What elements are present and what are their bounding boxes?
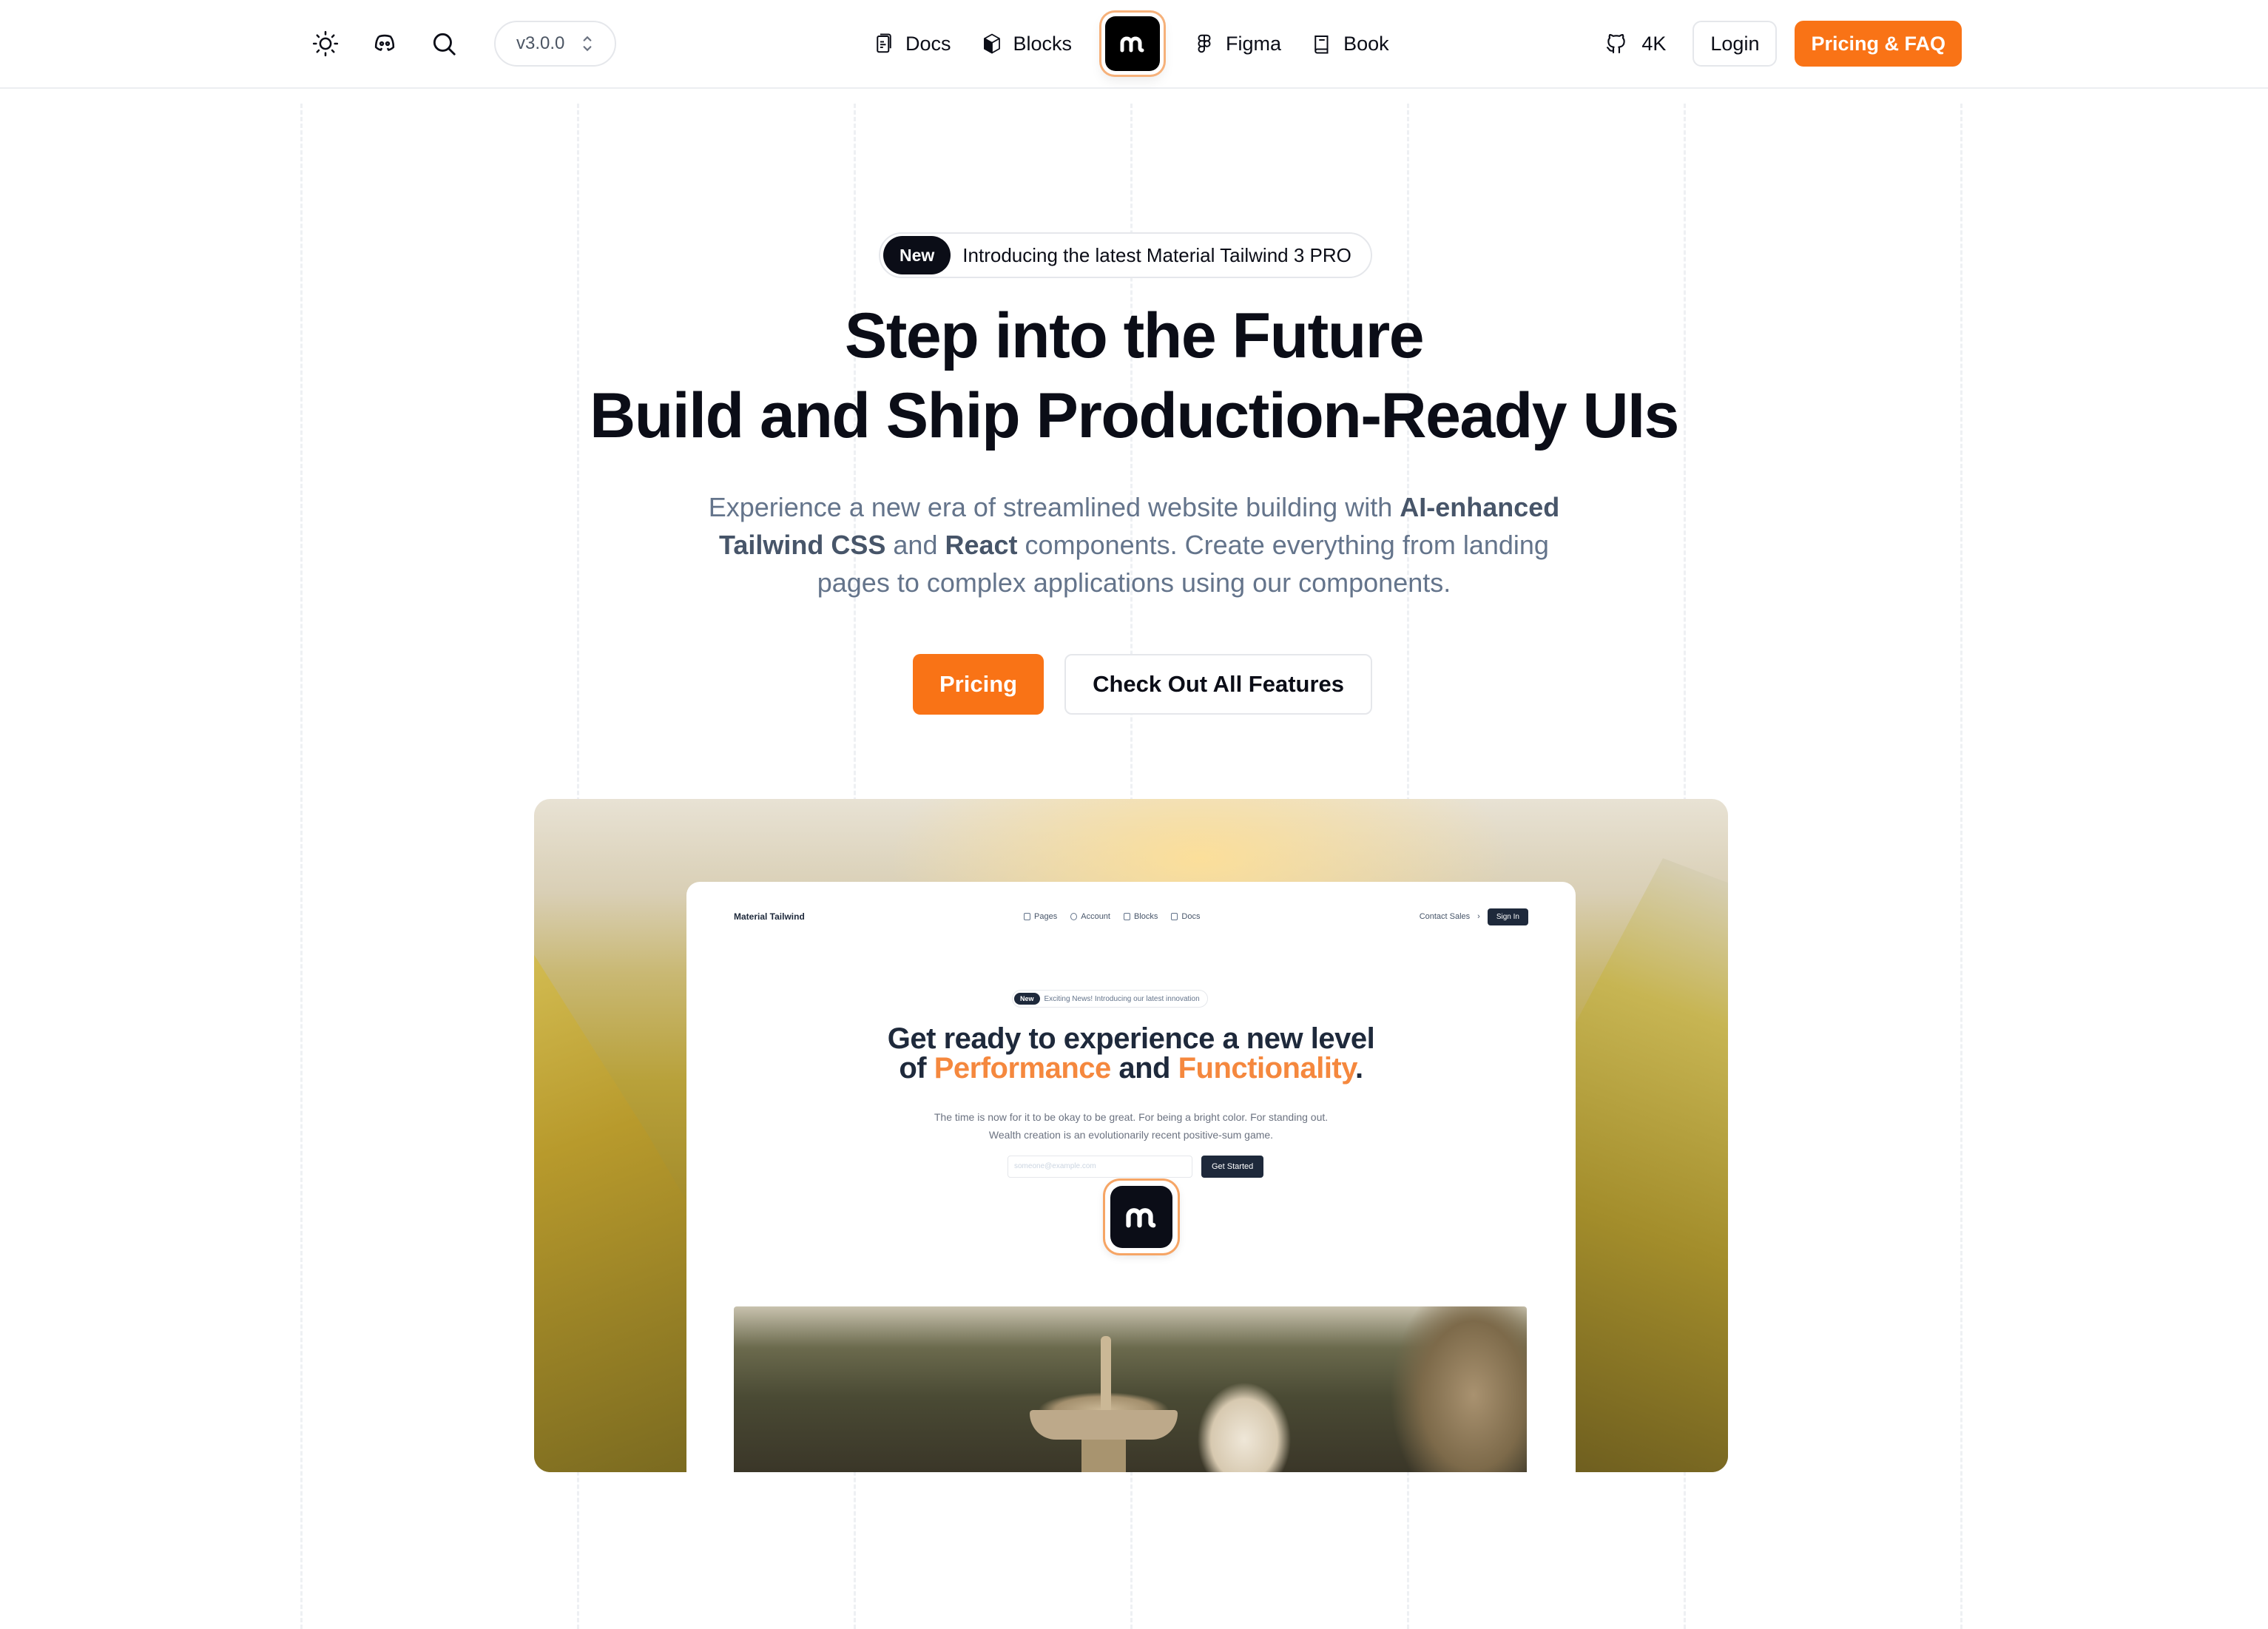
version-select[interactable]: v3.0.0: [494, 21, 617, 67]
github-icon: [1607, 34, 1626, 54]
mock-signin-button: Sign In: [1487, 908, 1528, 925]
material-tailwind-logo: [1120, 36, 1144, 53]
search-icon: [433, 33, 456, 55]
mock-announcement-text: Exciting News! Introducing our latest in…: [1044, 994, 1200, 1003]
material-tailwind-logo: [1126, 1208, 1156, 1228]
mock-nav-link: Blocks: [1123, 912, 1158, 921]
nav-link-label: Blocks: [1013, 32, 1073, 55]
navbar-left: v3.0.0: [309, 21, 617, 67]
mock-nav-link: Docs: [1171, 912, 1200, 921]
mock-announcement: New Exciting News! Introducing our lates…: [1012, 990, 1208, 1008]
mock-title-text: of: [899, 1052, 934, 1085]
github-link[interactable]: 4K: [1604, 32, 1666, 55]
mock-title-accent: Performance: [934, 1052, 1112, 1085]
announcement-pill[interactable]: New Introducing the latest Material Tail…: [879, 232, 1372, 278]
mock-website: Material Tailwind Pages Account Blocks D…: [686, 882, 1576, 1472]
mock-hero-painting: [734, 1306, 1527, 1472]
painting-fountain-stem: [1081, 1440, 1126, 1472]
home-logo-button[interactable]: [1101, 13, 1164, 75]
mock-nav-label: Account: [1081, 912, 1110, 921]
document-icon: [877, 33, 891, 53]
mock-title-line1: Get ready to experience a new level: [887, 1022, 1375, 1055]
figma-icon: [1198, 34, 1211, 53]
mock-nav-label: Pages: [1034, 912, 1058, 921]
mock-nav-right: Contact Sales › Sign In: [1420, 908, 1528, 925]
mock-title-text: and: [1110, 1052, 1178, 1085]
hero-subtitle: Experience a new era of streamlined webs…: [703, 488, 1565, 601]
discord-icon: [374, 34, 395, 51]
subtitle-text: and: [885, 530, 945, 560]
mock-chevron-right-icon: ›: [1477, 912, 1480, 921]
nav-link-label: Docs: [905, 32, 951, 55]
mock-navbar: Material Tailwind Pages Account Blocks D…: [734, 905, 1528, 928]
floating-logo-tile: [1110, 1186, 1172, 1248]
nav-link-docs[interactable]: Docs: [873, 33, 951, 55]
search-button[interactable]: [428, 27, 460, 60]
hero-title-line2: Build and Ship Production-Ready UIs: [590, 380, 1679, 451]
mock-nav-link: Pages: [1024, 912, 1057, 921]
mock-nav-icon: [1024, 913, 1031, 920]
sun-icon: [312, 30, 339, 57]
mock-title: Get ready to experience a new level of P…: [686, 1024, 1576, 1083]
mock-title-line2: of Performance and Functionality.: [686, 1053, 1576, 1083]
nav-link-book[interactable]: Book: [1311, 33, 1389, 55]
version-label: v3.0.0: [516, 33, 565, 53]
navbar: v3.0.0 Docs Blocks Figma Book 4K Login P…: [0, 0, 2268, 89]
mock-new-badge: New: [1014, 993, 1040, 1005]
login-button[interactable]: Login: [1692, 21, 1778, 67]
mock-get-started-button: Get Started: [1201, 1156, 1264, 1178]
mock-nav-label: Blocks: [1133, 912, 1158, 921]
mock-subtitle-line: Wealth creation is an evolutionarily rec…: [988, 1129, 1274, 1141]
logo-tile: [1105, 16, 1161, 71]
mock-subtitle: The time is now for it to be okay to be …: [686, 1108, 1576, 1144]
book-icon: [1314, 36, 1329, 54]
painting-fountain-basin: [1030, 1410, 1178, 1440]
chevron-up-down-icon: [583, 36, 592, 52]
discord-button[interactable]: [368, 27, 401, 60]
mock-title-text: .: [1355, 1052, 1363, 1085]
landscape-mountain-left: [534, 954, 697, 1472]
announcement-text: Introducing the latest Material Tailwind…: [962, 243, 1351, 266]
mock-title-accent: Functionality: [1178, 1052, 1356, 1085]
mock-nav-link: Account: [1070, 912, 1110, 921]
navbar-center: Docs Blocks Figma Book: [873, 10, 1389, 77]
hero-cta-group: Pricing Check Out All Features: [913, 654, 1373, 715]
mock-nav-icon: [1070, 913, 1078, 920]
mock-nav-icon: [1171, 913, 1178, 920]
mock-nav-links: Pages Account Blocks Docs: [1024, 912, 1200, 921]
showcase-preview: Material Tailwind Pages Account Blocks D…: [534, 799, 1728, 1472]
nav-link-label: Figma: [1226, 32, 1282, 55]
hero-title: Step into the Future Build and Ship Prod…: [0, 296, 2268, 456]
painting-fountain-spire: [1101, 1336, 1111, 1417]
theme-toggle-button[interactable]: [309, 27, 342, 60]
subtitle-text: Experience a new era of streamlined webs…: [708, 492, 1400, 522]
mock-email-input: someone@example.com: [1008, 1156, 1192, 1178]
mock-signup-form: someone@example.com Get Started: [1008, 1156, 1264, 1178]
nav-link-label: Book: [1343, 32, 1389, 55]
pricing-faq-button[interactable]: Pricing & FAQ: [1795, 21, 1962, 67]
mock-subtitle-line: The time is now for it to be okay to be …: [934, 1111, 1329, 1123]
mock-contact-sales: Contact Sales: [1419, 912, 1471, 921]
hero-title-line1: Step into the Future: [844, 300, 1425, 371]
floating-logo: [1105, 1181, 1178, 1253]
mock-brand: Material Tailwind: [734, 911, 805, 922]
navbar-right: 4K Login Pricing & FAQ: [1604, 21, 1962, 67]
cube-icon: [983, 33, 1000, 54]
nav-link-blocks[interactable]: Blocks: [981, 32, 1073, 55]
landscape-mountain-right: [1565, 858, 1728, 1472]
mock-nav-icon: [1123, 913, 1130, 920]
check-features-button[interactable]: Check Out All Features: [1064, 654, 1373, 715]
mock-nav-label: Docs: [1181, 912, 1201, 921]
nav-link-figma[interactable]: Figma: [1193, 33, 1281, 55]
github-stars: 4K: [1641, 32, 1667, 55]
pricing-button[interactable]: Pricing: [913, 654, 1044, 715]
new-badge: New: [883, 236, 951, 274]
subtitle-bold: React: [945, 530, 1018, 560]
